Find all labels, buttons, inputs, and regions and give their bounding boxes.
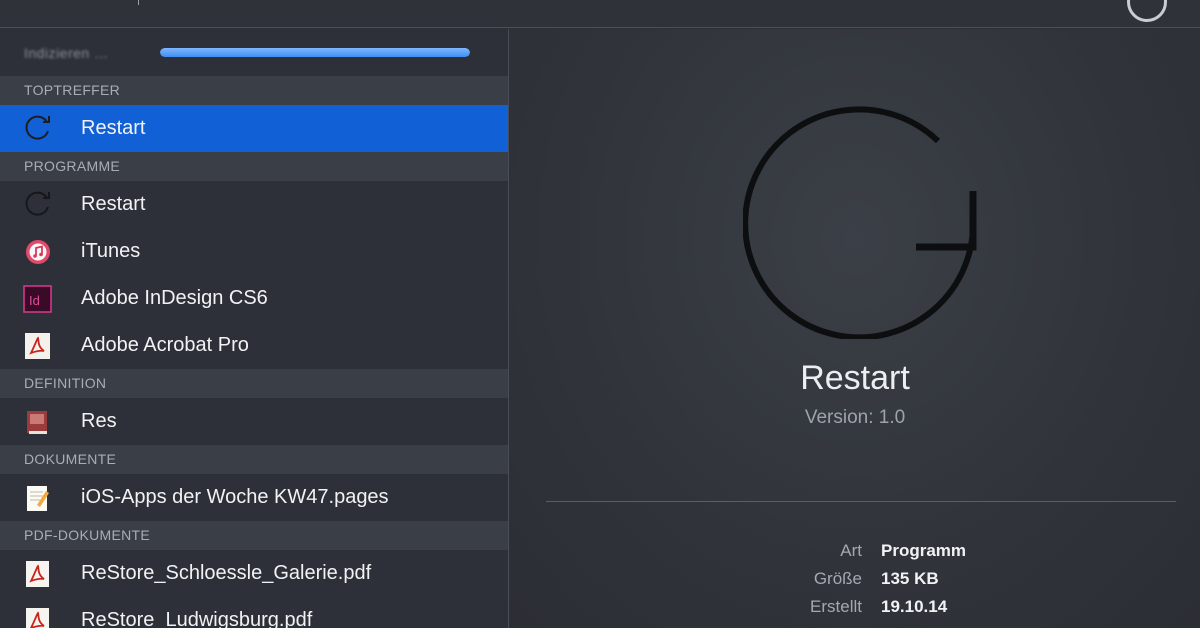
acrobat-icon xyxy=(25,333,50,359)
result-row-itunes[interactable]: iTunes xyxy=(0,228,508,275)
result-row-acrobat[interactable]: Adobe Acrobat Pro xyxy=(0,322,508,369)
section-header-top-hits: TOPTREFFER xyxy=(0,76,508,105)
section-header-definition: DEFINITION xyxy=(0,369,508,398)
meta-value-created: 19.10.14 xyxy=(881,597,948,616)
spotlight-icon[interactable] xyxy=(1127,0,1167,22)
preview-pane: Restart Version: 1.0 Art Programm Größe … xyxy=(510,29,1200,628)
indexing-progress-bar xyxy=(160,48,470,57)
result-row-top-hit-restart[interactable]: Restart xyxy=(0,105,508,152)
result-row-indesign[interactable]: Id Adobe InDesign CS6 xyxy=(0,275,508,322)
result-label: Restart xyxy=(81,117,146,139)
result-label: ReStore_Ludwigsburg.pdf xyxy=(81,609,313,628)
result-row-pdf-ludwigsburg[interactable]: ReStore_Ludwigsburg.pdf xyxy=(0,597,508,628)
result-label: Res xyxy=(81,410,117,432)
app-version: Version: 1.0 xyxy=(804,407,906,428)
results-list: Indizieren … TOPTREFFER Restart PROGRAMM… xyxy=(0,29,509,628)
meta-value-type: Programm xyxy=(881,541,967,560)
result-label: iTunes xyxy=(81,240,141,262)
result-row-definition-res[interactable]: Res xyxy=(0,398,508,445)
indexing-label: Indizieren … xyxy=(24,45,109,61)
indesign-icon: Id xyxy=(23,285,52,313)
meta-label-size: Größe xyxy=(813,569,862,588)
indexing-progress-fill xyxy=(160,48,470,57)
itunes-icon xyxy=(26,240,50,264)
app-name: Restart xyxy=(800,359,910,397)
meta-label-created: Erstellt xyxy=(810,597,862,616)
meta-label-type: Art xyxy=(840,541,862,560)
pdf-icon xyxy=(26,608,49,628)
indexing-status: Indizieren … xyxy=(0,29,508,76)
result-label: Adobe Acrobat Pro xyxy=(81,334,249,356)
svg-text:Id: Id xyxy=(29,293,40,308)
divider xyxy=(546,501,1176,502)
section-header-documents: DOKUMENTE xyxy=(0,445,508,474)
restart-icon xyxy=(743,106,977,339)
result-row-pdf-schloessle[interactable]: ReStore_Schloessle_Galerie.pdf xyxy=(0,550,508,597)
dictionary-icon xyxy=(27,411,47,434)
search-bar[interactable] xyxy=(0,0,1200,28)
meta-value-size: 135 KB xyxy=(881,569,939,588)
result-label: ReStore_Schloessle_Galerie.pdf xyxy=(81,562,372,584)
text-cursor xyxy=(138,0,139,5)
section-header-programs: PROGRAMME xyxy=(0,152,508,181)
result-row-restart[interactable]: Restart xyxy=(0,181,508,228)
result-label: Restart xyxy=(81,193,146,215)
pages-document-icon xyxy=(27,486,49,511)
restart-icon xyxy=(25,191,50,216)
restart-icon xyxy=(25,115,50,140)
result-label: iOS-Apps der Woche KW47.pages xyxy=(81,486,389,508)
result-row-pages-document[interactable]: iOS-Apps der Woche KW47.pages xyxy=(0,474,508,521)
pdf-icon xyxy=(26,561,49,587)
section-header-pdf-documents: PDF-DOKUMENTE xyxy=(0,521,508,550)
result-label: Adobe InDesign CS6 xyxy=(81,287,268,309)
